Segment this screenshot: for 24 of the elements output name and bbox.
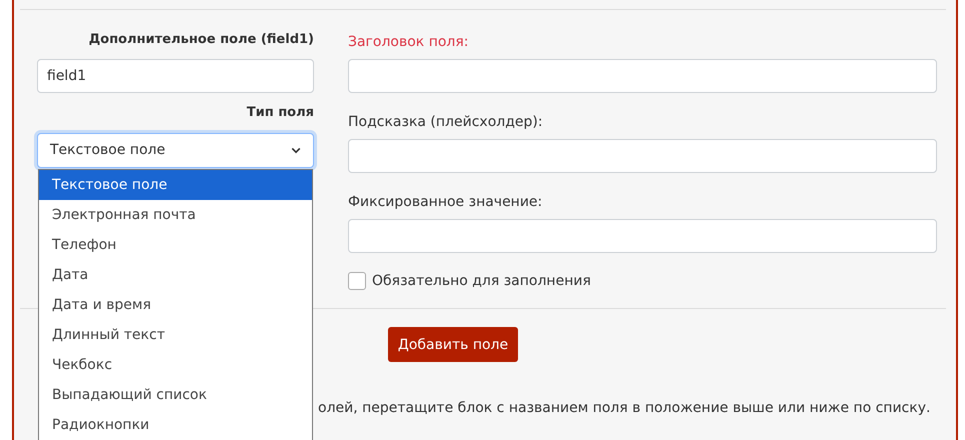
dropdown-option[interactable]: Выпадающий список — [39, 380, 312, 410]
input-field[interactable] — [348, 219, 937, 253]
dropdown-option[interactable]: Телефон — [39, 230, 312, 260]
add-field-button[interactable]: Добавить поле — [388, 327, 518, 362]
dropdown-option[interactable]: Чекбокс — [39, 350, 312, 380]
dropdown-option[interactable]: Текстовое поле — [39, 170, 312, 200]
dropdown-option[interactable]: Электронная почта — [39, 200, 312, 230]
field-label: Тип поля — [246, 104, 314, 122]
field-label: Заголовок поля: — [348, 33, 470, 52]
dropdown-option[interactable]: Длинный текст — [39, 320, 312, 350]
dropdown-option[interactable]: Дата и время — [39, 290, 312, 320]
checkbox[interactable] — [348, 272, 366, 290]
checkbox-label: Обязательно для заполнения — [372, 273, 591, 289]
input-field[interactable]: field1 — [37, 59, 314, 93]
field-label: Фиксированное значение: — [348, 193, 544, 212]
chevron-down-icon — [291, 147, 301, 154]
dropdown-option[interactable]: Радиокнопки — [39, 410, 312, 440]
hint-text: олей, перетащите блок с названием поля в положение выше или ниже по списку. — [318, 400, 930, 416]
field-label: Подсказка (плейсхолдер): — [348, 113, 544, 132]
input-field[interactable] — [348, 59, 937, 93]
select-field[interactable]: Текстовое поле — [37, 133, 314, 168]
dropdown-option[interactable]: Дата — [39, 260, 312, 290]
field-heading: Дополнительное поле (field1) — [88, 31, 314, 49]
input-field[interactable] — [348, 139, 937, 173]
